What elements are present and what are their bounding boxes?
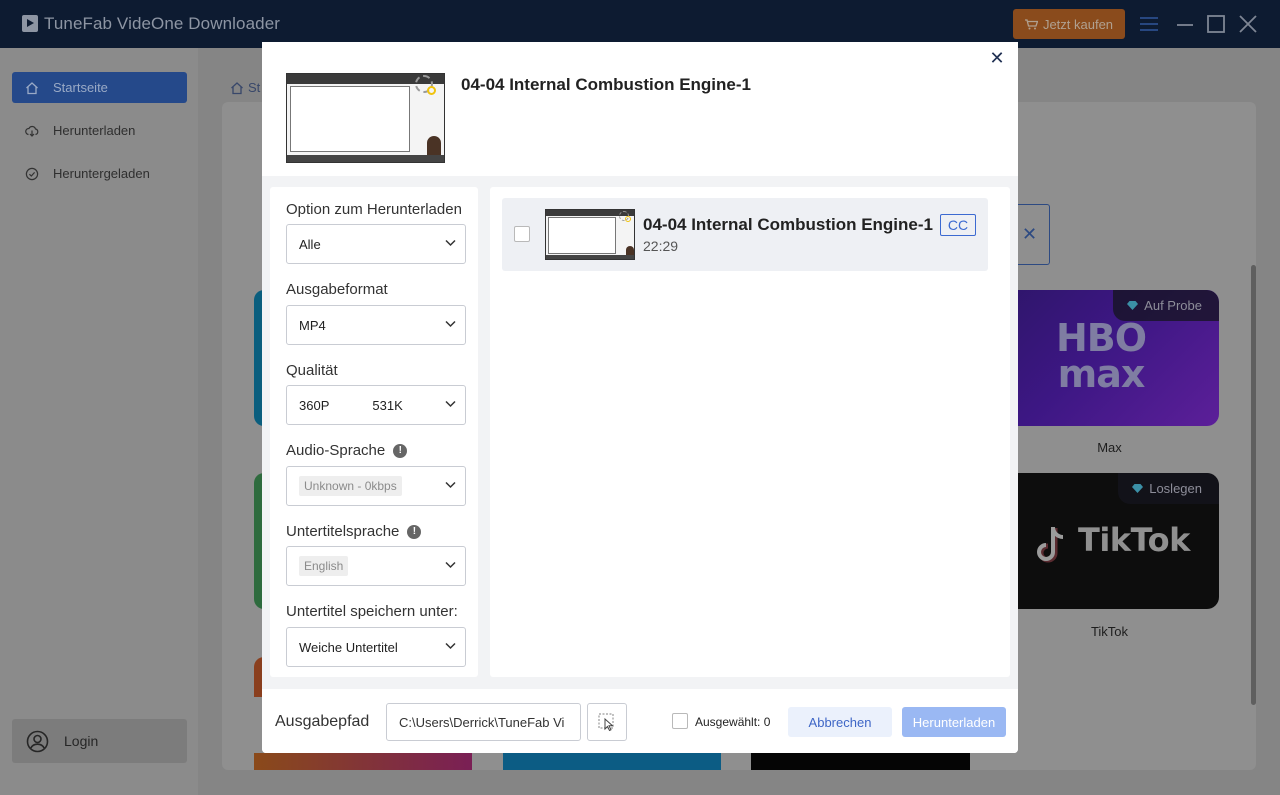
service-label-tiktok: TikTok: [1090, 624, 1129, 639]
service-card-max[interactable]: Auf Probe HBO max: [1000, 290, 1219, 426]
cloud-download-icon: [25, 125, 39, 137]
quality-label: Qualität: [286, 362, 338, 379]
service-card-tiktok[interactable]: Loslegen TikTok: [1000, 473, 1219, 609]
service-card-partial: [254, 753, 472, 770]
close-icon[interactable]: [1238, 14, 1258, 34]
audio-language-label: Audio-Sprache !: [286, 442, 408, 459]
info-icon[interactable]: !: [407, 524, 422, 539]
service-badge: Loslegen: [1118, 473, 1219, 504]
subtitle-language-select[interactable]: English: [286, 546, 466, 586]
minimize-icon[interactable]: [1175, 14, 1195, 34]
output-path-label: Ausgabepfad: [275, 713, 370, 730]
app-logo-icon: [22, 15, 38, 32]
info-icon[interactable]: !: [393, 443, 408, 458]
service-card-partial: [503, 753, 721, 770]
sidebar-item-label: Herunterladen: [53, 123, 136, 138]
download-option-label: Option zum Herunterladen: [286, 201, 462, 218]
sidebar-item-label: Heruntergeladen: [53, 166, 150, 181]
home-icon: [231, 81, 243, 94]
sidebar-item-startseite[interactable]: Startseite: [12, 72, 187, 103]
selected-count: Ausgewählt: 0: [695, 715, 771, 729]
buy-now-label: Jetzt kaufen: [1042, 16, 1114, 32]
video-list-panel: 04-04 Internal Combustion Engine-1 CC 22…: [490, 187, 1010, 677]
chevron-down-icon: [445, 320, 456, 328]
list-item[interactable]: 04-04 Internal Combustion Engine-1 CC 22…: [502, 198, 988, 271]
check-circle-icon: [25, 167, 39, 180]
subtitle-save-as-label: Untertitel speichern unter:: [286, 603, 458, 620]
video-title: 04-04 Internal Combustion Engine-1: [643, 215, 933, 234]
sidebar: Startseite Herunterladen Heruntergeladen…: [0, 48, 198, 795]
dialog-footer: Ausgabepfad C:\Users\Derrick\TuneFab Vi …: [262, 689, 1018, 753]
login-button[interactable]: Login: [12, 719, 187, 763]
pointer-select-icon: [598, 713, 614, 732]
video-thumbnail: [545, 209, 635, 260]
breadcrumb-text: St: [248, 80, 261, 95]
home-icon: [26, 81, 38, 94]
quality-select[interactable]: 360P 531K: [286, 385, 466, 425]
subtitle-save-as-select[interactable]: Weiche Untertitel: [286, 627, 466, 667]
chevron-down-icon: [445, 239, 456, 247]
video-thumbnail: [286, 73, 445, 163]
cart-icon: [1024, 18, 1038, 30]
tiktok-wordmark: TikTok: [1078, 521, 1190, 559]
audio-language-select[interactable]: Unknown - 0kbps: [286, 466, 466, 506]
closed-caption-badge: CC: [940, 214, 976, 236]
select-all-checkbox[interactable]: [672, 713, 688, 729]
login-label: Login: [64, 733, 99, 749]
chevron-down-icon: [445, 400, 456, 408]
maximize-icon[interactable]: [1206, 14, 1226, 34]
video-select-checkbox[interactable]: [514, 226, 530, 242]
diamond-icon: [1127, 301, 1139, 310]
output-format-select[interactable]: MP4: [286, 305, 466, 345]
download-options-dialog: 04-04 Internal Combustion Engine-1 ✕ Opt…: [262, 42, 1018, 753]
download-button[interactable]: Herunterladen: [902, 707, 1006, 737]
service-card-partial: [751, 753, 970, 770]
dialog-body: Option zum Herunterladen Alle Ausgabefor…: [262, 176, 1018, 689]
user-icon: [26, 730, 49, 752]
hbo-max-logo: HBO max: [1056, 316, 1147, 396]
cancel-button[interactable]: Abbrechen: [788, 707, 892, 737]
menu-icon[interactable]: [1139, 14, 1159, 34]
output-path-field[interactable]: C:\Users\Derrick\TuneFab Vi: [386, 703, 581, 741]
tiktok-logo-icon: [1037, 526, 1064, 563]
diamond-icon: [1132, 484, 1144, 493]
sidebar-item-heruntergeladen[interactable]: Heruntergeladen: [12, 158, 187, 189]
chevron-down-icon: [445, 481, 456, 489]
buy-now-button[interactable]: Jetzt kaufen: [1013, 9, 1125, 39]
sidebar-item-label: Startseite: [53, 80, 108, 95]
service-label-max: Max: [1097, 440, 1122, 455]
download-options-panel: Option zum Herunterladen Alle Ausgabefor…: [270, 187, 478, 677]
dialog-title: 04-04 Internal Combustion Engine-1: [461, 75, 751, 94]
chevron-down-icon: [445, 642, 456, 650]
content-scrollbar[interactable]: [1251, 265, 1256, 705]
app-title: TuneFab VideOne Downloader: [44, 14, 281, 33]
output-format-label: Ausgabeformat: [286, 281, 388, 298]
sidebar-item-herunterladen[interactable]: Herunterladen: [12, 115, 187, 146]
download-option-select[interactable]: Alle: [286, 224, 466, 264]
dialog-close-icon[interactable]: ✕: [989, 49, 1005, 67]
video-duration: 22:29: [643, 238, 679, 254]
subtitle-language-label: Untertitelsprache !: [286, 523, 422, 540]
browse-folder-button[interactable]: [587, 703, 627, 741]
title-bar: TuneFab VideOne Downloader Jetzt kaufen: [0, 0, 1280, 48]
dialog-header: 04-04 Internal Combustion Engine-1 ✕: [262, 42, 1018, 176]
breadcrumb: St: [230, 80, 260, 95]
chevron-down-icon: [445, 561, 456, 569]
